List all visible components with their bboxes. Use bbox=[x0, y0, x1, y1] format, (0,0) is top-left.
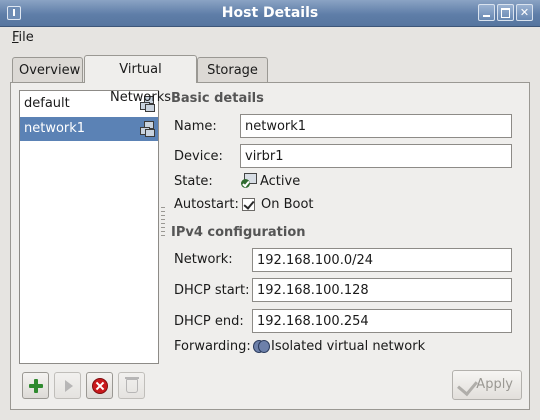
trash-icon bbox=[125, 377, 139, 393]
state-label: State: bbox=[174, 174, 213, 189]
plus-icon bbox=[29, 379, 43, 393]
menu-bar: File bbox=[0, 27, 540, 49]
dhcp-start-field[interactable] bbox=[252, 278, 512, 302]
title-bar[interactable]: Host Details ✕ bbox=[0, 0, 540, 27]
basic-details-heading: Basic details bbox=[171, 91, 264, 106]
network-name: default bbox=[24, 96, 70, 111]
close-button[interactable]: ✕ bbox=[516, 4, 533, 21]
menu-file-rest: ile bbox=[18, 30, 34, 45]
network-name: network1 bbox=[24, 121, 86, 136]
name-field[interactable] bbox=[240, 114, 512, 138]
network-label: Network: bbox=[174, 252, 233, 267]
dhcp-end-field[interactable] bbox=[252, 309, 512, 333]
dhcp-end-label: DHCP end: bbox=[174, 314, 244, 329]
check-icon bbox=[457, 374, 478, 397]
forwarding-label: Forwarding: bbox=[174, 339, 251, 354]
network-list-item-network1[interactable]: network1 bbox=[20, 117, 158, 141]
stop-icon bbox=[92, 378, 108, 394]
isolated-network-icon bbox=[253, 340, 270, 353]
menu-file[interactable]: File bbox=[12, 27, 34, 49]
minimize-button[interactable] bbox=[478, 4, 495, 21]
forwarding-value: Isolated virtual network bbox=[271, 339, 426, 354]
device-field[interactable] bbox=[240, 144, 512, 168]
dhcp-start-label: DHCP start: bbox=[174, 283, 250, 298]
autostart-value[interactable]: On Boot bbox=[261, 197, 314, 213]
ipv4-heading: IPv4 configuration bbox=[171, 225, 306, 240]
play-icon bbox=[65, 380, 73, 392]
window-title: Host Details bbox=[221, 5, 319, 21]
apply-label: Apply bbox=[476, 377, 513, 392]
autostart-checkbox[interactable] bbox=[242, 198, 255, 211]
autostart-label: Autostart: bbox=[174, 197, 239, 212]
device-label: Device: bbox=[174, 149, 223, 164]
tab-overview[interactable]: Overview bbox=[12, 57, 83, 82]
start-network-button[interactable] bbox=[54, 372, 81, 399]
state-value: Active bbox=[260, 174, 301, 189]
active-state-icon bbox=[241, 173, 259, 190]
network-field[interactable] bbox=[252, 248, 512, 272]
network-icon bbox=[140, 121, 155, 137]
network-list[interactable]: default network1 bbox=[19, 90, 159, 364]
apply-button[interactable]: Apply bbox=[452, 370, 522, 400]
pane-splitter[interactable] bbox=[161, 205, 165, 245]
stop-network-button[interactable] bbox=[86, 372, 113, 399]
delete-network-button[interactable] bbox=[118, 372, 145, 399]
maximize-button[interactable] bbox=[497, 4, 514, 21]
name-label: Name: bbox=[174, 119, 217, 134]
tab-virtual-networks[interactable]: Virtual Networks bbox=[84, 55, 197, 105]
add-network-button[interactable] bbox=[22, 372, 49, 399]
tab-storage[interactable]: Storage bbox=[197, 57, 268, 82]
